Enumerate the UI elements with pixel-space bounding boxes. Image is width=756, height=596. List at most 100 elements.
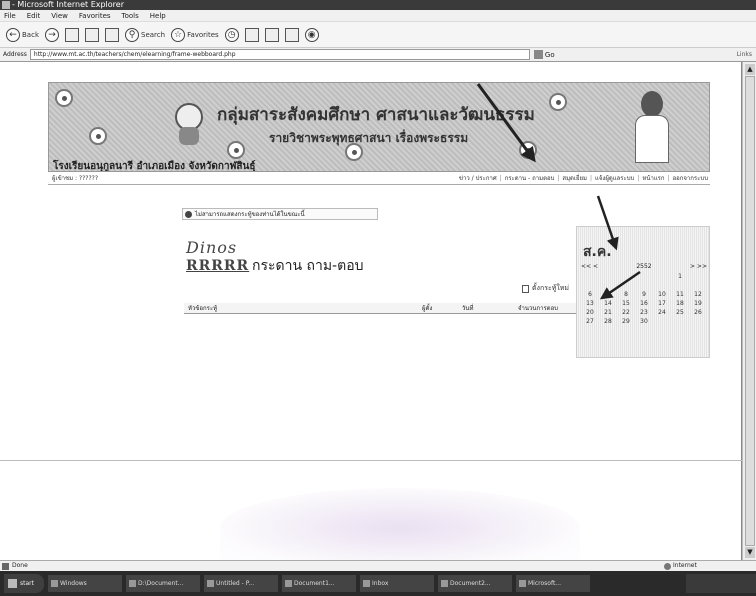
calendar-next-button[interactable]: > >> <box>690 263 707 270</box>
calendar-day <box>599 282 617 290</box>
taskbar-item[interactable]: Windows <box>48 575 122 592</box>
calendar-month: ส.ค. <box>583 244 612 260</box>
status-text: Done <box>12 562 28 569</box>
taskbar-item[interactable]: Untitled - P... <box>204 575 278 592</box>
calendar-day[interactable]: 12 <box>689 291 707 299</box>
taskbar-item[interactable]: Inbox <box>360 575 434 592</box>
search-label: Search <box>141 30 166 39</box>
cartoon-mascot-icon <box>169 95 209 147</box>
nav-home[interactable]: หน้าแรก <box>642 172 664 185</box>
scroll-up-icon[interactable]: ▲ <box>745 64 755 75</box>
calendar-day[interactable]: 14 <box>599 300 617 308</box>
taskbar: start Windows D:\Document... Untitled - … <box>0 571 756 596</box>
menu-favorites[interactable]: Favorites <box>79 10 111 21</box>
calendar-day[interactable]: 1 <box>671 273 689 281</box>
menu-bar: File Edit View Favorites Tools Help <box>0 10 756 22</box>
calendar-day[interactable]: 26 <box>689 309 707 317</box>
calendar-nav: << < 2552 > >> <box>581 263 707 270</box>
calendar-day[interactable]: 10 <box>653 291 671 299</box>
calendar-day[interactable]: 17 <box>653 300 671 308</box>
new-topic-label: ตั้งกระทู้ใหม่ <box>532 284 569 292</box>
topics-table-header: หัวข้อกระทู้ ผู้ตั้ง วันที่ จำนวนการตอบ <box>184 303 588 314</box>
calendar-days: 1 6 7 8 9 10 11 12 13 14 15 16 17 18 19 20 21 22 23 24 25 26 2… <box>581 273 707 326</box>
history-button[interactable]: ◷ <box>224 27 239 42</box>
search-button[interactable]: ⚲ Search <box>125 27 166 42</box>
calendar-day[interactable]: 9 <box>635 291 653 299</box>
school-name: โรงเรียนอนุกูลนารี อำเภอเมือง จังหวัดกาฬ… <box>53 161 256 172</box>
nav-news[interactable]: ข่าว / ประกาศ <box>459 172 497 185</box>
nav-guestbook[interactable]: สมุดเยี่ยม <box>562 172 587 185</box>
go-button[interactable]: Go <box>533 50 555 59</box>
calendar-prev-button[interactable]: << < <box>581 263 598 270</box>
edit-button[interactable] <box>284 27 299 42</box>
info-icon <box>185 211 192 218</box>
menu-view[interactable]: View <box>51 10 68 21</box>
print-button[interactable] <box>264 27 279 42</box>
nav-contact-admin[interactable]: แจ้งผู้ดูแลระบบ <box>595 172 634 185</box>
calendar-day[interactable]: 19 <box>689 300 707 308</box>
forward-button[interactable]: → <box>45 27 59 42</box>
scroll-thumb[interactable] <box>745 76 755 546</box>
banner-subtitle: รายวิชาพระพุทธศาสนา เรื่องพระธรรม <box>269 131 469 145</box>
calendar-day[interactable]: 23 <box>635 309 653 317</box>
vertical-scrollbar[interactable]: ▲ ▼ <box>742 62 756 560</box>
taskbar-item[interactable]: D:\Document... <box>126 575 200 592</box>
messenger-button[interactable]: ◉ <box>304 27 319 42</box>
favorites-button[interactable]: ☆ Favorites <box>171 27 219 42</box>
system-tray <box>686 574 756 593</box>
security-zone: Internet <box>664 561 697 571</box>
stop-button[interactable] <box>65 27 79 42</box>
address-input[interactable]: http://www.mt.ac.th/teachers/chem/elearn… <box>29 49 530 60</box>
calendar-day[interactable]: 8 <box>617 291 635 299</box>
calendar-day[interactable]: 13 <box>581 300 599 308</box>
back-button[interactable]: ← Back <box>6 27 39 42</box>
nav-logout[interactable]: ออกจากระบบ <box>673 172 708 185</box>
new-document-icon <box>522 284 529 293</box>
calendar-day[interactable]: 21 <box>599 309 617 317</box>
back-label: Back <box>22 30 39 39</box>
taskbar-item[interactable]: Microsoft... <box>516 575 590 592</box>
calendar-day <box>617 282 635 290</box>
calendar-day[interactable]: 24 <box>653 309 671 317</box>
logo-line1: Dinos <box>186 238 238 257</box>
calendar-day[interactable]: 30 <box>635 318 653 326</box>
start-button[interactable]: start <box>4 574 44 593</box>
calendar-day[interactable]: 6 <box>581 291 599 299</box>
browser-toolbar: ← Back → ⚲ Search ☆ Favorites ◷ ◉ <box>0 22 756 48</box>
taskbar-item[interactable]: Document1... <box>282 575 356 592</box>
menu-help[interactable]: Help <box>150 10 166 21</box>
home-button[interactable] <box>105 27 119 42</box>
col-date: วันที่ <box>462 305 474 312</box>
calendar-day[interactable]: 18 <box>671 300 689 308</box>
logo-line2: RRRRR <box>186 258 250 274</box>
calendar-day[interactable]: 7 <box>599 291 617 299</box>
calendar-day[interactable]: 20 <box>581 309 599 317</box>
taskbar-item[interactable]: Document2... <box>438 575 512 592</box>
scroll-down-icon[interactable]: ▼ <box>745 547 755 558</box>
calendar-day[interactable]: 28 <box>599 318 617 326</box>
calendar-day[interactable]: 16 <box>635 300 653 308</box>
site-banner: กลุ่มสาระสังคมศึกษา ศาสนาและวัฒนธรรม ราย… <box>48 82 710 172</box>
col-topic: หัวข้อกระทู้ <box>188 305 218 312</box>
calendar-day[interactable]: 25 <box>671 309 689 317</box>
calendar-day <box>689 282 707 290</box>
mail-button[interactable] <box>244 27 259 42</box>
nav-webboard[interactable]: กระดาน - ถามตอบ <box>505 172 555 185</box>
calendar-day[interactable]: 11 <box>671 291 689 299</box>
calendar-day[interactable]: 15 <box>617 300 635 308</box>
refresh-button[interactable] <box>85 27 99 42</box>
menu-file[interactable]: File <box>4 10 16 21</box>
links-button[interactable]: Links <box>737 51 752 58</box>
calendar-day[interactable]: 27 <box>581 318 599 326</box>
flower-icon <box>227 141 245 159</box>
calendar-day <box>581 282 599 290</box>
menu-tools[interactable]: Tools <box>122 10 139 21</box>
calendar-day <box>653 318 671 326</box>
nav-strip: ผู้เข้าชม : ?????? ข่าว / ประกาศ | กระดาน… <box>48 172 710 185</box>
calendar-day[interactable]: 29 <box>617 318 635 326</box>
go-label: Go <box>544 50 555 59</box>
calendar-day[interactable]: 22 <box>617 309 635 317</box>
calendar-day <box>617 273 635 281</box>
menu-edit[interactable]: Edit <box>27 10 41 21</box>
new-topic-link[interactable]: ตั้งกระทู้ใหม่ <box>522 283 569 294</box>
